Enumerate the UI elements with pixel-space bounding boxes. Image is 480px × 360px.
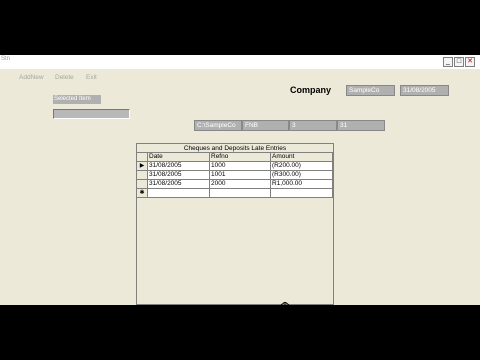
late-entries-grid[interactable]: Cheques and Deposits Late Entries Date R… xyxy=(136,143,334,305)
grid-corner-cell xyxy=(137,153,148,162)
app-title: Stn xyxy=(1,56,11,62)
new-row-selector-icon[interactable]: ✱ xyxy=(137,189,148,198)
grid-body: Date Refno Amount ▶ 31/08/2005 1000 (R20… xyxy=(137,153,333,303)
menu-bar: AddNew Delete Exit xyxy=(0,71,480,83)
row-selector[interactable] xyxy=(137,180,148,189)
grid-cell-amount[interactable]: R1,000.00 xyxy=(271,180,333,189)
grid-cell-amount[interactable]: (R200.00) xyxy=(271,162,333,171)
grid-cell-date[interactable]: 31/08/2005 xyxy=(148,162,210,171)
new-row-cell-date[interactable] xyxy=(148,189,210,198)
row-selector[interactable] xyxy=(137,171,148,180)
menu-item-delete[interactable]: Delete xyxy=(55,74,74,81)
new-row-cell-refno[interactable] xyxy=(210,189,271,198)
grid-cell-date[interactable]: 31/08/2005 xyxy=(148,171,210,180)
company-label: Company xyxy=(290,85,332,95)
mouse-cursor-icon xyxy=(281,302,289,305)
grid-cell-amount[interactable]: (R300.00) xyxy=(271,171,333,180)
bank-field: FNB xyxy=(242,120,289,131)
grid-cell-refno[interactable]: 1001 xyxy=(210,171,271,180)
title-bar[interactable]: Stn _ □ ✕ xyxy=(0,55,480,69)
company-field[interactable]: SampleCo xyxy=(346,85,395,96)
grid-cell-date[interactable]: 31/08/2005 xyxy=(148,180,210,189)
minimize-button[interactable]: _ xyxy=(443,57,453,67)
column-header-refno[interactable]: Refno xyxy=(210,153,271,162)
application-window: Stn _ □ ✕ AddNew Delete Exit Company Sam… xyxy=(0,55,480,305)
menu-item-exit[interactable]: Exit xyxy=(86,74,97,81)
row-selector-current[interactable]: ▶ xyxy=(137,162,148,171)
column-header-amount[interactable]: Amount xyxy=(271,153,333,162)
close-button[interactable]: ✕ xyxy=(465,57,475,67)
grid-cell-refno[interactable]: 1000 xyxy=(210,162,271,171)
grid-caption: Cheques and Deposits Late Entries xyxy=(137,144,333,153)
selected-item-label: Selected Item xyxy=(53,95,101,104)
date-field[interactable]: 31/08/2005 xyxy=(400,85,449,96)
count-field: 3 xyxy=(289,120,337,131)
path-field: C:\SampleCo xyxy=(194,120,242,131)
maximize-button[interactable]: □ xyxy=(454,57,464,67)
menu-item-addnew[interactable]: AddNew xyxy=(19,74,44,81)
column-header-date[interactable]: Date xyxy=(148,153,210,162)
selected-item-field[interactable] xyxy=(53,109,130,119)
new-row-cell-amount[interactable] xyxy=(271,189,333,198)
grid-cell-refno[interactable]: 2000 xyxy=(210,180,271,189)
day-field: 31 xyxy=(337,120,385,131)
